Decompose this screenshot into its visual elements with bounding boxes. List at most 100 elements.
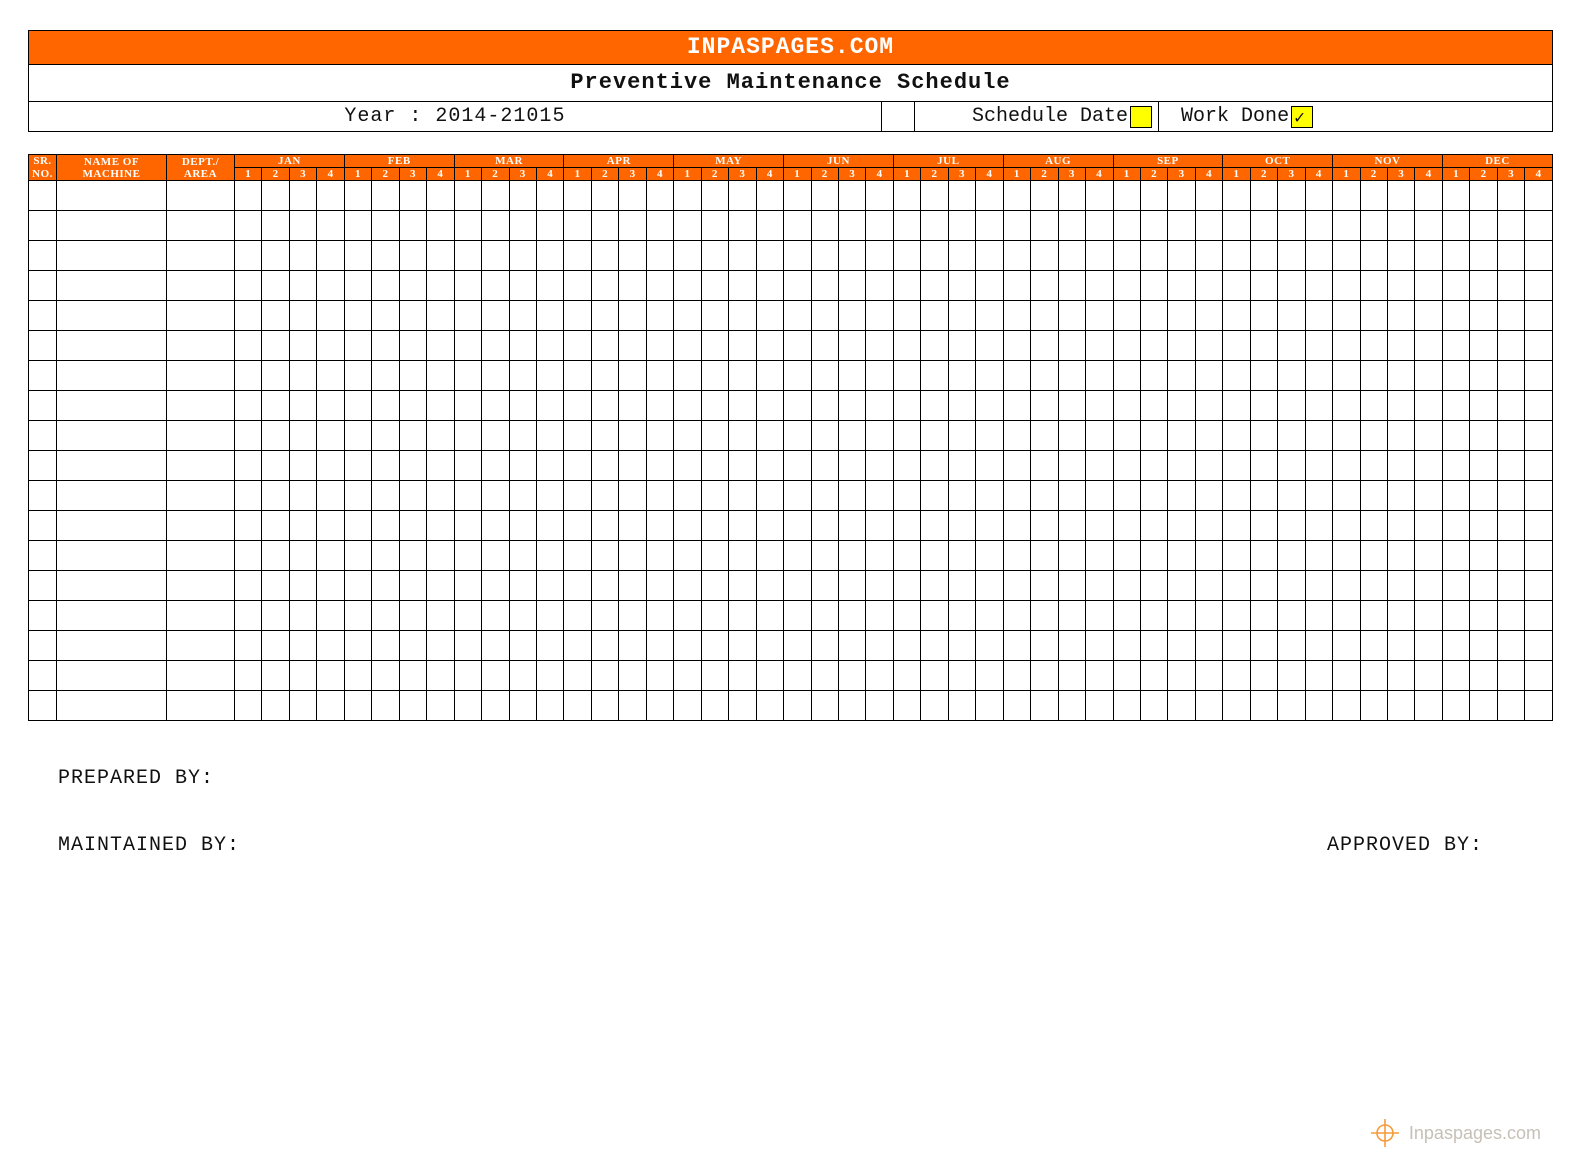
grid-cell[interactable] [591, 601, 618, 631]
grid-cell[interactable] [1388, 391, 1415, 421]
grid-cell[interactable] [921, 301, 948, 331]
grid-cell[interactable] [646, 241, 673, 271]
grid-cell[interactable] [399, 631, 426, 661]
grid-cell[interactable] [1360, 301, 1387, 331]
grid-cell[interactable] [866, 601, 893, 631]
grid-cell[interactable] [838, 271, 865, 301]
grid-cell[interactable] [1195, 691, 1222, 721]
grid-cell[interactable] [784, 631, 811, 661]
grid-cell[interactable] [1415, 421, 1442, 451]
grid-cell[interactable] [344, 601, 371, 631]
grid-cell[interactable] [619, 271, 646, 301]
grid-cell[interactable] [454, 631, 481, 661]
grid-cell[interactable] [1168, 601, 1195, 631]
grid-cell[interactable] [1305, 241, 1332, 271]
grid-cell[interactable] [893, 211, 920, 241]
grid-cell[interactable] [893, 361, 920, 391]
grid-cell[interactable] [976, 541, 1003, 571]
grid-cell[interactable] [372, 481, 399, 511]
grid-cell[interactable] [372, 571, 399, 601]
grid-cell[interactable] [1058, 601, 1085, 631]
grid-cell[interactable] [399, 271, 426, 301]
grid-cell[interactable] [289, 241, 316, 271]
grid-cell[interactable] [921, 241, 948, 271]
grid-cell[interactable] [1168, 331, 1195, 361]
grid-cell[interactable] [729, 391, 756, 421]
grid-cell[interactable] [317, 631, 344, 661]
grid-cell[interactable] [1168, 391, 1195, 421]
grid-cell[interactable] [1223, 691, 1250, 721]
grid-cell[interactable] [509, 691, 536, 721]
grid-cell[interactable] [893, 421, 920, 451]
grid-cell[interactable] [619, 481, 646, 511]
grid-cell[interactable] [454, 391, 481, 421]
grid-cell[interactable] [619, 451, 646, 481]
grid-cell[interactable] [921, 481, 948, 511]
grid-cell[interactable] [729, 631, 756, 661]
grid-cell[interactable] [1195, 301, 1222, 331]
grid-cell[interactable] [756, 181, 783, 211]
grid-cell[interactable] [1525, 451, 1553, 481]
grid-cell[interactable] [399, 481, 426, 511]
grid-cell[interactable] [1140, 421, 1167, 451]
grid-cell[interactable] [1333, 691, 1360, 721]
grid-cell[interactable] [811, 691, 838, 721]
grid-cell[interactable] [1305, 451, 1332, 481]
grid-cell[interactable] [729, 661, 756, 691]
grid-cell[interactable] [317, 541, 344, 571]
grid-cell[interactable] [646, 271, 673, 301]
grid-cell[interactable] [1442, 601, 1469, 631]
grid-cell[interactable] [454, 361, 481, 391]
grid-cell[interactable] [1113, 631, 1140, 661]
grid-cell[interactable] [454, 271, 481, 301]
grid-cell[interactable] [1442, 211, 1469, 241]
grid-cell[interactable] [811, 211, 838, 241]
grid-cell[interactable] [262, 331, 289, 361]
grid-cell[interactable] [1168, 361, 1195, 391]
grid-cell[interactable] [1003, 571, 1030, 601]
grid-cell[interactable] [893, 331, 920, 361]
grid-cell[interactable] [57, 361, 167, 391]
grid-cell[interactable] [838, 661, 865, 691]
grid-cell[interactable] [1525, 481, 1553, 511]
grid-cell[interactable] [1333, 601, 1360, 631]
grid-cell[interactable] [1140, 451, 1167, 481]
grid-cell[interactable] [427, 541, 454, 571]
grid-cell[interactable] [646, 571, 673, 601]
grid-cell[interactable] [1195, 421, 1222, 451]
grid-cell[interactable] [784, 511, 811, 541]
grid-cell[interactable] [317, 481, 344, 511]
grid-cell[interactable] [1113, 571, 1140, 601]
grid-cell[interactable] [838, 361, 865, 391]
grid-cell[interactable] [509, 391, 536, 421]
grid-cell[interactable] [1058, 541, 1085, 571]
grid-cell[interactable] [729, 181, 756, 211]
grid-cell[interactable] [729, 571, 756, 601]
grid-cell[interactable] [1140, 211, 1167, 241]
grid-cell[interactable] [1058, 451, 1085, 481]
grid-cell[interactable] [482, 271, 509, 301]
grid-cell[interactable] [1223, 451, 1250, 481]
grid-cell[interactable] [564, 661, 591, 691]
grid-cell[interactable] [1086, 571, 1113, 601]
grid-cell[interactable] [1113, 481, 1140, 511]
grid-cell[interactable] [948, 601, 975, 631]
grid-cell[interactable] [701, 451, 728, 481]
grid-cell[interactable] [1086, 421, 1113, 451]
grid-cell[interactable] [235, 241, 262, 271]
grid-cell[interactable] [1360, 331, 1387, 361]
grid-cell[interactable] [1223, 331, 1250, 361]
grid-cell[interactable] [1031, 601, 1058, 631]
grid-cell[interactable] [838, 481, 865, 511]
grid-cell[interactable] [976, 361, 1003, 391]
grid-cell[interactable] [948, 661, 975, 691]
grid-cell[interactable] [1278, 541, 1305, 571]
grid-cell[interactable] [1415, 271, 1442, 301]
grid-cell[interactable] [893, 601, 920, 631]
grid-cell[interactable] [1470, 451, 1497, 481]
grid-cell[interactable] [372, 661, 399, 691]
grid-cell[interactable] [482, 451, 509, 481]
grid-cell[interactable] [1333, 511, 1360, 541]
grid-cell[interactable] [948, 541, 975, 571]
grid-cell[interactable] [1223, 301, 1250, 331]
